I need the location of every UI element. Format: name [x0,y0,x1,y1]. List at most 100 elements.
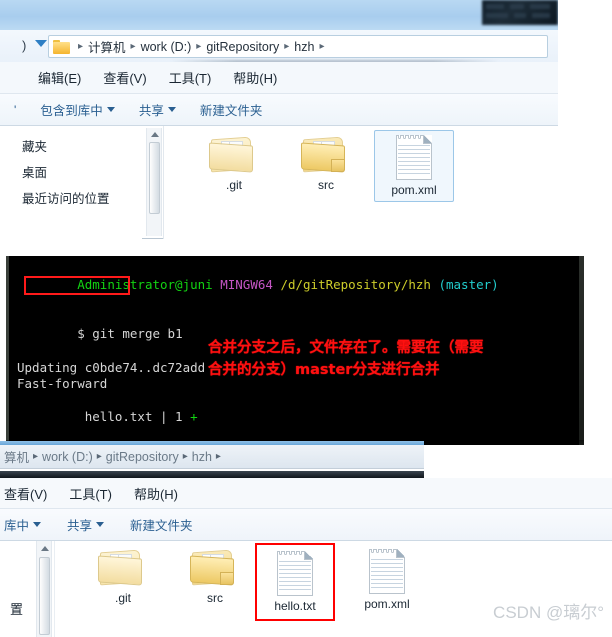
terminal-line-0: Administrator@juni MINGW64 /d/gitReposit… [77,276,499,292]
nav-item-recent-places[interactable]: 最近访问的位置 [22,186,142,212]
address-prefix: ) [22,38,27,53]
breadcrumb-bottom[interactable]: 算机 ▸ work (D:) ▸ gitRepository ▸ hzh ▸ [0,445,424,469]
toolbar-overflow-caret[interactable]: ' [14,103,16,117]
text-file-icon [393,133,435,181]
chevron-down-icon [33,522,42,527]
menu-item-view[interactable]: 查看(V) [4,484,47,503]
scrollbar-thumb[interactable] [39,557,50,635]
tool-bar-top: ' 包含到库中 共享 新建文件夹 [0,94,558,126]
terminal-line-4-plus: + [190,409,198,425]
file-label: .git [225,178,242,192]
scrollbar-vertical-top[interactable] [146,128,162,236]
file-tile-git[interactable]: .git [194,132,274,192]
breadcrumb-top[interactable]: ▸ 计算机 ▸ work (D:) ▸ gitRepository ▸ hzh … [48,35,548,58]
scroll-up-icon[interactable] [41,546,49,551]
menu-item-help[interactable]: 帮助(H) [134,484,178,503]
file-tile-pom-xml[interactable]: pom.xml [374,130,454,202]
scroll-up-icon[interactable] [151,132,159,137]
folder-icon [53,39,70,54]
explorer-window-top: ) ▸ 计算机 ▸ work (D:) ▸ gitRepository ▸ hz… [0,0,558,243]
toolbar-new-folder[interactable]: 新建文件夹 [130,515,193,534]
file-list-pane-top: .git src pom.xml [163,126,558,239]
breadcrumb-item-3[interactable]: hzh [294,40,314,54]
annotation-line-2-part1: 合并的分支） [208,362,295,378]
breadcrumb-separator: ▸ [196,41,202,52]
breadcrumb-separator: ▸ [96,451,102,462]
scrollbar-thumb[interactable] [149,142,160,214]
file-label: pom.xml [391,183,437,197]
file-label: src [207,591,223,605]
breadcrumb-separator: ▸ [215,451,221,462]
folder-icon [301,132,351,176]
file-tile-hello-txt[interactable]: hello.txt [255,543,335,621]
breadcrumb-item-3[interactable]: hzh [192,450,212,464]
nav-item-label[interactable]: 置 [10,599,23,618]
file-tile-git[interactable]: .git [83,545,163,605]
folder-icon [209,132,259,176]
toolbar-share-label: 共享 [138,104,164,118]
chevron-down-icon [106,107,115,112]
terminal-line-4: hello.txt | 1 + [17,393,577,443]
file-tile-pom-xml[interactable]: pom.xml [347,547,427,611]
menu-bar-bottom: 查看(V) 工具(T) 帮助(H) [0,478,612,509]
file-label: pom.xml [364,597,410,611]
breadcrumb-separator: ▸ [182,451,188,462]
menu-item-tools[interactable]: 工具(T) [169,68,212,87]
breadcrumb-item-0[interactable]: 计算机 [88,37,126,56]
annotation-line-2: 合并的分支）master分支进行合并 [208,359,439,381]
folder-icon [98,545,148,589]
file-tile-src[interactable]: src [286,132,366,192]
toolbar-include-in-library[interactable]: 库中 [4,515,42,534]
annotation-line-1: 合并分支之后，文件存在了。需要在（需要 [208,340,484,356]
menu-item-view[interactable]: 查看(V) [103,68,146,87]
toolbar-share-label: 共享 [67,519,93,533]
text-file-icon [274,549,316,597]
menu-item-help[interactable]: 帮助(H) [233,68,277,87]
navigation-pane-bottom: 置 [0,541,34,637]
navigation-pane-top: 藏夹 桌面 最近访问的位置 [0,126,142,239]
terminal-line-4-text: hello.txt | 1 [77,409,191,425]
screenshot-root: ) ▸ 计算机 ▸ work (D:) ▸ gitRepository ▸ hz… [0,0,612,637]
window-edge-shadow [0,471,424,478]
breadcrumb-separator: ▸ [78,41,84,52]
terminal-command-text: git merge b1 [92,326,183,342]
toolbar-share[interactable]: 共享 [139,100,176,119]
csdn-watermark: CSDN @璃尔° [493,603,604,622]
folder-icon [190,545,240,589]
breadcrumb-separator: ▸ [319,41,325,52]
address-bar-bottom-filler [424,445,612,469]
file-label: .git [114,591,131,605]
breadcrumb-item-1[interactable]: work (D:) [141,40,192,54]
terminal-right-edge [579,256,584,446]
breadcrumb-item-2[interactable]: gitRepository [206,40,279,54]
file-label: hello.txt [274,599,316,613]
scrollbar-vertical-bottom[interactable] [36,541,52,637]
text-file-icon [366,547,408,595]
breadcrumb-item-0[interactable]: 算机 [4,447,29,466]
chevron-down-icon [167,107,176,112]
file-tile-src[interactable]: src [175,545,255,605]
breadcrumb-separator: ▸ [284,41,290,52]
titlebar-dark-region [482,0,558,25]
breadcrumb-separator: ▸ [33,451,39,462]
title-bar-top [0,0,558,30]
toolbar-include-in-library-label: 包含到库中 [40,104,103,118]
breadcrumb-separator: ▸ [130,41,136,52]
toolbar-new-folder[interactable]: 新建文件夹 [200,100,263,119]
toolbar-include-in-library-label: 库中 [4,519,30,533]
breadcrumb-item-2[interactable]: gitRepository [106,450,179,464]
menu-item-edit[interactable]: 编辑(E) [38,68,81,87]
annotation-line-2-part2: master分支进行合并 [295,362,440,378]
nav-item-favorites[interactable]: 藏夹 [22,134,142,160]
tool-bar-bottom: 库中 共享 新建文件夹 [0,509,612,541]
toolbar-include-in-library[interactable]: 包含到库中 [40,100,115,119]
nav-item-desktop[interactable]: 桌面 [22,160,142,186]
chevron-down-icon[interactable] [35,40,47,47]
toolbar-share[interactable]: 共享 [67,515,105,534]
file-label: src [318,178,334,192]
menu-bar-top: 编辑(E) 查看(V) 工具(T) 帮助(H) [0,62,558,94]
breadcrumb-item-1[interactable]: work (D:) [42,450,93,464]
explorer-body-top: 藏夹 桌面 最近访问的位置 .git src pom.xml [0,126,558,239]
menu-item-tools[interactable]: 工具(T) [69,484,112,503]
chevron-down-icon [96,522,105,527]
